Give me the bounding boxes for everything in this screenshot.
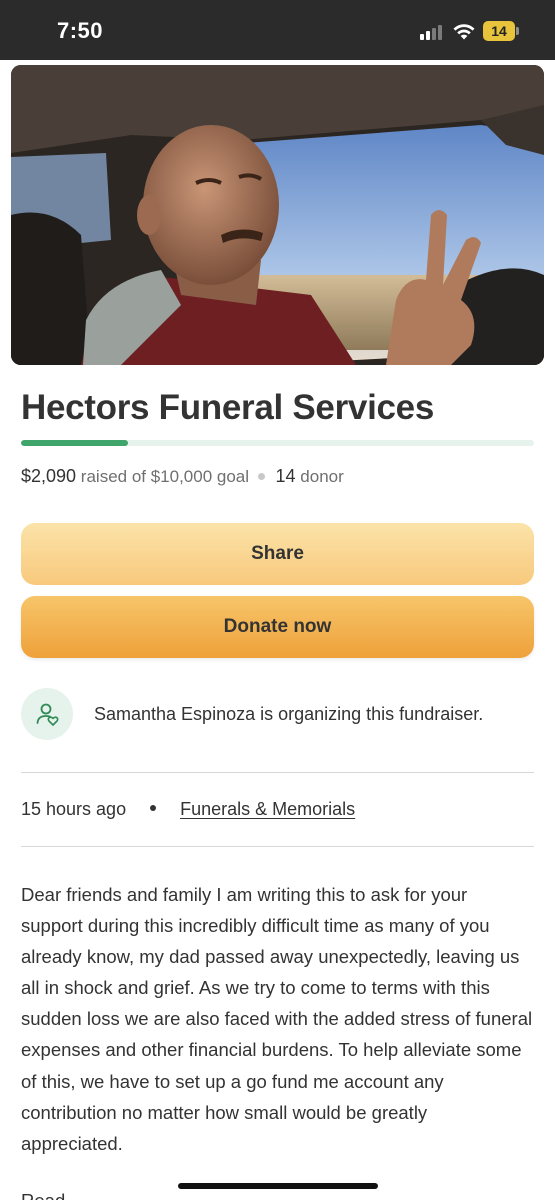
battery-icon: 14	[483, 21, 519, 41]
organizer-row[interactable]: Samantha Espinoza is organizing this fun…	[21, 688, 534, 742]
user-heart-icon	[21, 688, 73, 740]
donate-button[interactable]: Donate now	[21, 596, 534, 658]
meta-bullet	[150, 805, 157, 812]
amount-raised: $2,090	[21, 466, 77, 486]
funding-summary: $2,090 raised of $10,000 goal 14 donor	[21, 466, 344, 487]
donate-button-label: Donate now	[223, 616, 332, 637]
goal-text: raised of $10,000 goal	[80, 467, 250, 486]
organizer-text: Samantha Espinoza is organizing this fun…	[94, 704, 484, 724]
campaign-meta: 15 hours ago Funerals & Memorials	[21, 799, 355, 820]
wifi-icon	[453, 24, 475, 40]
status-bar: 7:50 14	[0, 0, 555, 60]
campaign-photo[interactable]	[11, 65, 544, 365]
campaign-story: Dear friends and family I am writing thi…	[21, 884, 533, 1154]
status-time: 7:50	[57, 18, 104, 43]
share-button-label: Share	[251, 543, 304, 564]
read-more-partial[interactable]: Read	[21, 1190, 65, 1200]
donor-label: donor	[300, 467, 344, 486]
separator-dot	[257, 473, 265, 481]
campaign-title: Hectors Funeral Services	[21, 388, 435, 427]
divider	[21, 846, 534, 847]
share-button[interactable]: Share	[21, 523, 534, 585]
progress-bar	[21, 440, 534, 446]
donor-count: 14	[275, 466, 296, 486]
home-indicator[interactable]	[178, 1183, 378, 1189]
divider	[21, 772, 534, 773]
progress-bar-fill	[21, 440, 129, 446]
campaign-photo-image	[11, 65, 544, 365]
category-link[interactable]: Funerals & Memorials	[180, 799, 355, 819]
signal-bars-icon	[420, 24, 446, 40]
battery-level: 14	[491, 23, 507, 39]
time-ago: 15 hours ago	[21, 799, 127, 819]
